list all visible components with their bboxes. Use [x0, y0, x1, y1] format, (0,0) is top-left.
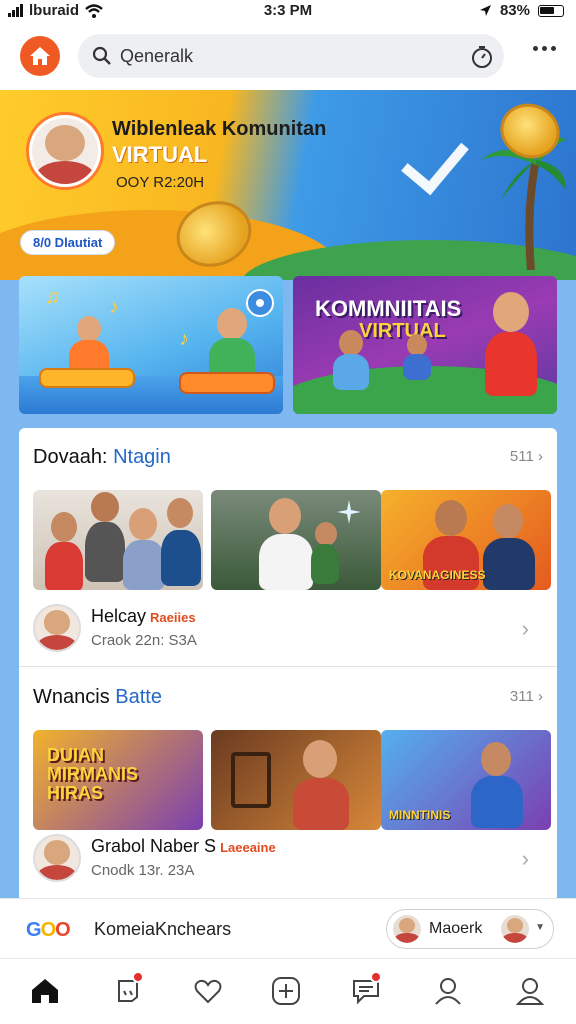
- list-item-name: Helcay: [91, 606, 147, 626]
- hero-title: Wiblenleak Komunitan: [112, 118, 327, 140]
- timer-icon[interactable]: [470, 45, 494, 69]
- battery-percent: 83%: [499, 2, 530, 19]
- account-switcher-label: Maoerk: [429, 920, 483, 937]
- home-logo-icon[interactable]: [20, 36, 60, 76]
- person-figure: [43, 506, 83, 590]
- footer-label: KomeiaKnchears: [94, 919, 232, 939]
- logo-letter: O: [40, 919, 57, 941]
- avatar: [33, 834, 81, 882]
- section-title: Dovaah: Ntagin: [33, 446, 171, 469]
- section-title-main: Wnancis: [33, 686, 110, 708]
- list-item[interactable]: Grabol Naber S Laeeaine Cnodk 13r. 23A ›: [33, 834, 543, 888]
- system-icons: 83%: [479, 2, 564, 19]
- person-figure: [467, 738, 527, 830]
- logo-letter: G: [26, 919, 42, 941]
- hero-badge[interactable]: 8/0 Dlautiat: [20, 230, 116, 255]
- video-thumbnail[interactable]: [211, 490, 381, 590]
- avatar: [501, 915, 529, 943]
- person-figure: [481, 500, 537, 590]
- thumbnail-caption: MINNTINIS: [389, 808, 451, 822]
- tab-create[interactable]: [268, 973, 304, 1009]
- character-figure: [327, 326, 377, 406]
- section-title-main: Dovaah:: [33, 446, 108, 468]
- section-divider: [19, 666, 557, 667]
- chevron-right-icon[interactable]: ›: [522, 616, 529, 642]
- battery-icon: [538, 4, 564, 17]
- section-count-value: 511: [509, 448, 534, 465]
- thumbnail-caption: DUIAN MIRMANIS HIRAS: [47, 745, 138, 803]
- person-figure: [157, 496, 201, 590]
- heart-icon: [194, 979, 222, 1004]
- section-title-accent: Ntagin: [113, 446, 171, 468]
- video-thumbnail[interactable]: [33, 490, 203, 590]
- list-item-meta: Cnodk 13r. 23A: [91, 862, 195, 879]
- status-bar: lburaid 3:3 PM 83%: [0, 0, 576, 24]
- section-title-accent: Batte: [115, 686, 162, 708]
- video-thumbnail[interactable]: KOVANAGINESS: [381, 490, 551, 590]
- bottom-tab-bar: [0, 958, 576, 1024]
- search-icon: [92, 46, 111, 65]
- more-icon[interactable]: [533, 46, 556, 51]
- music-feature-card[interactable]: ♫ ♪ ♪: [19, 276, 283, 414]
- content-panel: Dovaah: Ntagin 511 › KOVANAGINESS Helcay…: [19, 428, 557, 898]
- video-thumbnail[interactable]: [211, 730, 381, 830]
- disc-icon: [246, 289, 274, 317]
- tab-profile[interactable]: [430, 973, 466, 1009]
- hero-banner[interactable]: Wiblenleak Komunitan VIRTUAL OOY R2:20H …: [0, 90, 576, 280]
- character-figure: [59, 312, 119, 402]
- search-input[interactable]: [120, 44, 450, 68]
- list-item-name: Grabol Naber S: [91, 836, 217, 856]
- search-bar[interactable]: [78, 34, 504, 78]
- video-thumbnail[interactable]: DUIAN MIRMANIS HIRAS: [33, 730, 203, 830]
- account-switcher[interactable]: Maoerk ▼: [386, 909, 554, 949]
- profile-icon: [435, 978, 461, 1005]
- section-count[interactable]: 511 ›: [510, 448, 543, 465]
- video-thumbnail[interactable]: MINNTINIS: [381, 730, 551, 830]
- host-avatar[interactable]: [26, 112, 104, 190]
- tab-notifications[interactable]: [110, 971, 146, 1009]
- community-feature-card[interactable]: KOMMNIITAIS VIRTUAL: [293, 276, 557, 414]
- section-count-value: 311: [509, 688, 534, 705]
- music-note-icon: ♫: [45, 286, 60, 308]
- avatar: [393, 915, 421, 943]
- home-icon: [32, 979, 58, 1003]
- chevron-right-icon[interactable]: ›: [522, 846, 529, 872]
- thumbnail-caption: KOVANAGINESS: [389, 568, 486, 582]
- account-icon: [516, 978, 544, 1005]
- person-figure: [255, 494, 315, 590]
- character-figure: [397, 332, 437, 392]
- tab-account[interactable]: [512, 973, 548, 1009]
- person-figure: [307, 520, 343, 590]
- person-figure: [287, 736, 353, 830]
- section-title: Wnancis Batte: [33, 686, 162, 709]
- top-header: [0, 24, 576, 90]
- chevron-down-icon: ▼: [535, 922, 545, 933]
- avatar: [33, 604, 81, 652]
- checkmark-icon: [401, 124, 469, 196]
- message-badge: [370, 971, 382, 983]
- sparkle-icon: [337, 500, 361, 524]
- tab-home[interactable]: [27, 973, 63, 1009]
- card-title: KOMMNIITAIS: [315, 296, 462, 321]
- add-icon: [272, 977, 300, 1005]
- character-figure: [471, 286, 551, 414]
- go-logo[interactable]: GOO: [26, 919, 71, 942]
- tab-favorites[interactable]: [190, 973, 226, 1009]
- status-tag: Laeeaine: [220, 840, 276, 855]
- community-footer: GOO KomeiaKnchears Maoerk ▼: [0, 898, 576, 958]
- list-item-meta: Craok 22n: S3A: [91, 632, 197, 649]
- list-item[interactable]: Helcay Raeiies Craok 22n: S3A ›: [33, 604, 543, 658]
- location-icon: [479, 5, 491, 16]
- hero-date: OOY R2:20H: [116, 174, 205, 191]
- notification-badge: [132, 971, 144, 983]
- logo-letter: O: [55, 919, 71, 941]
- music-note-icon: ♪: [179, 328, 189, 350]
- status-tag: Raeiies: [150, 610, 196, 625]
- list-item-title: Helcay Raeiies: [91, 606, 196, 627]
- section-count[interactable]: 311 ›: [510, 688, 543, 705]
- tab-messages[interactable]: [348, 971, 384, 1009]
- hero-subtitle: VIRTUAL: [112, 142, 208, 167]
- list-item-title: Grabol Naber S Laeeaine: [91, 836, 276, 857]
